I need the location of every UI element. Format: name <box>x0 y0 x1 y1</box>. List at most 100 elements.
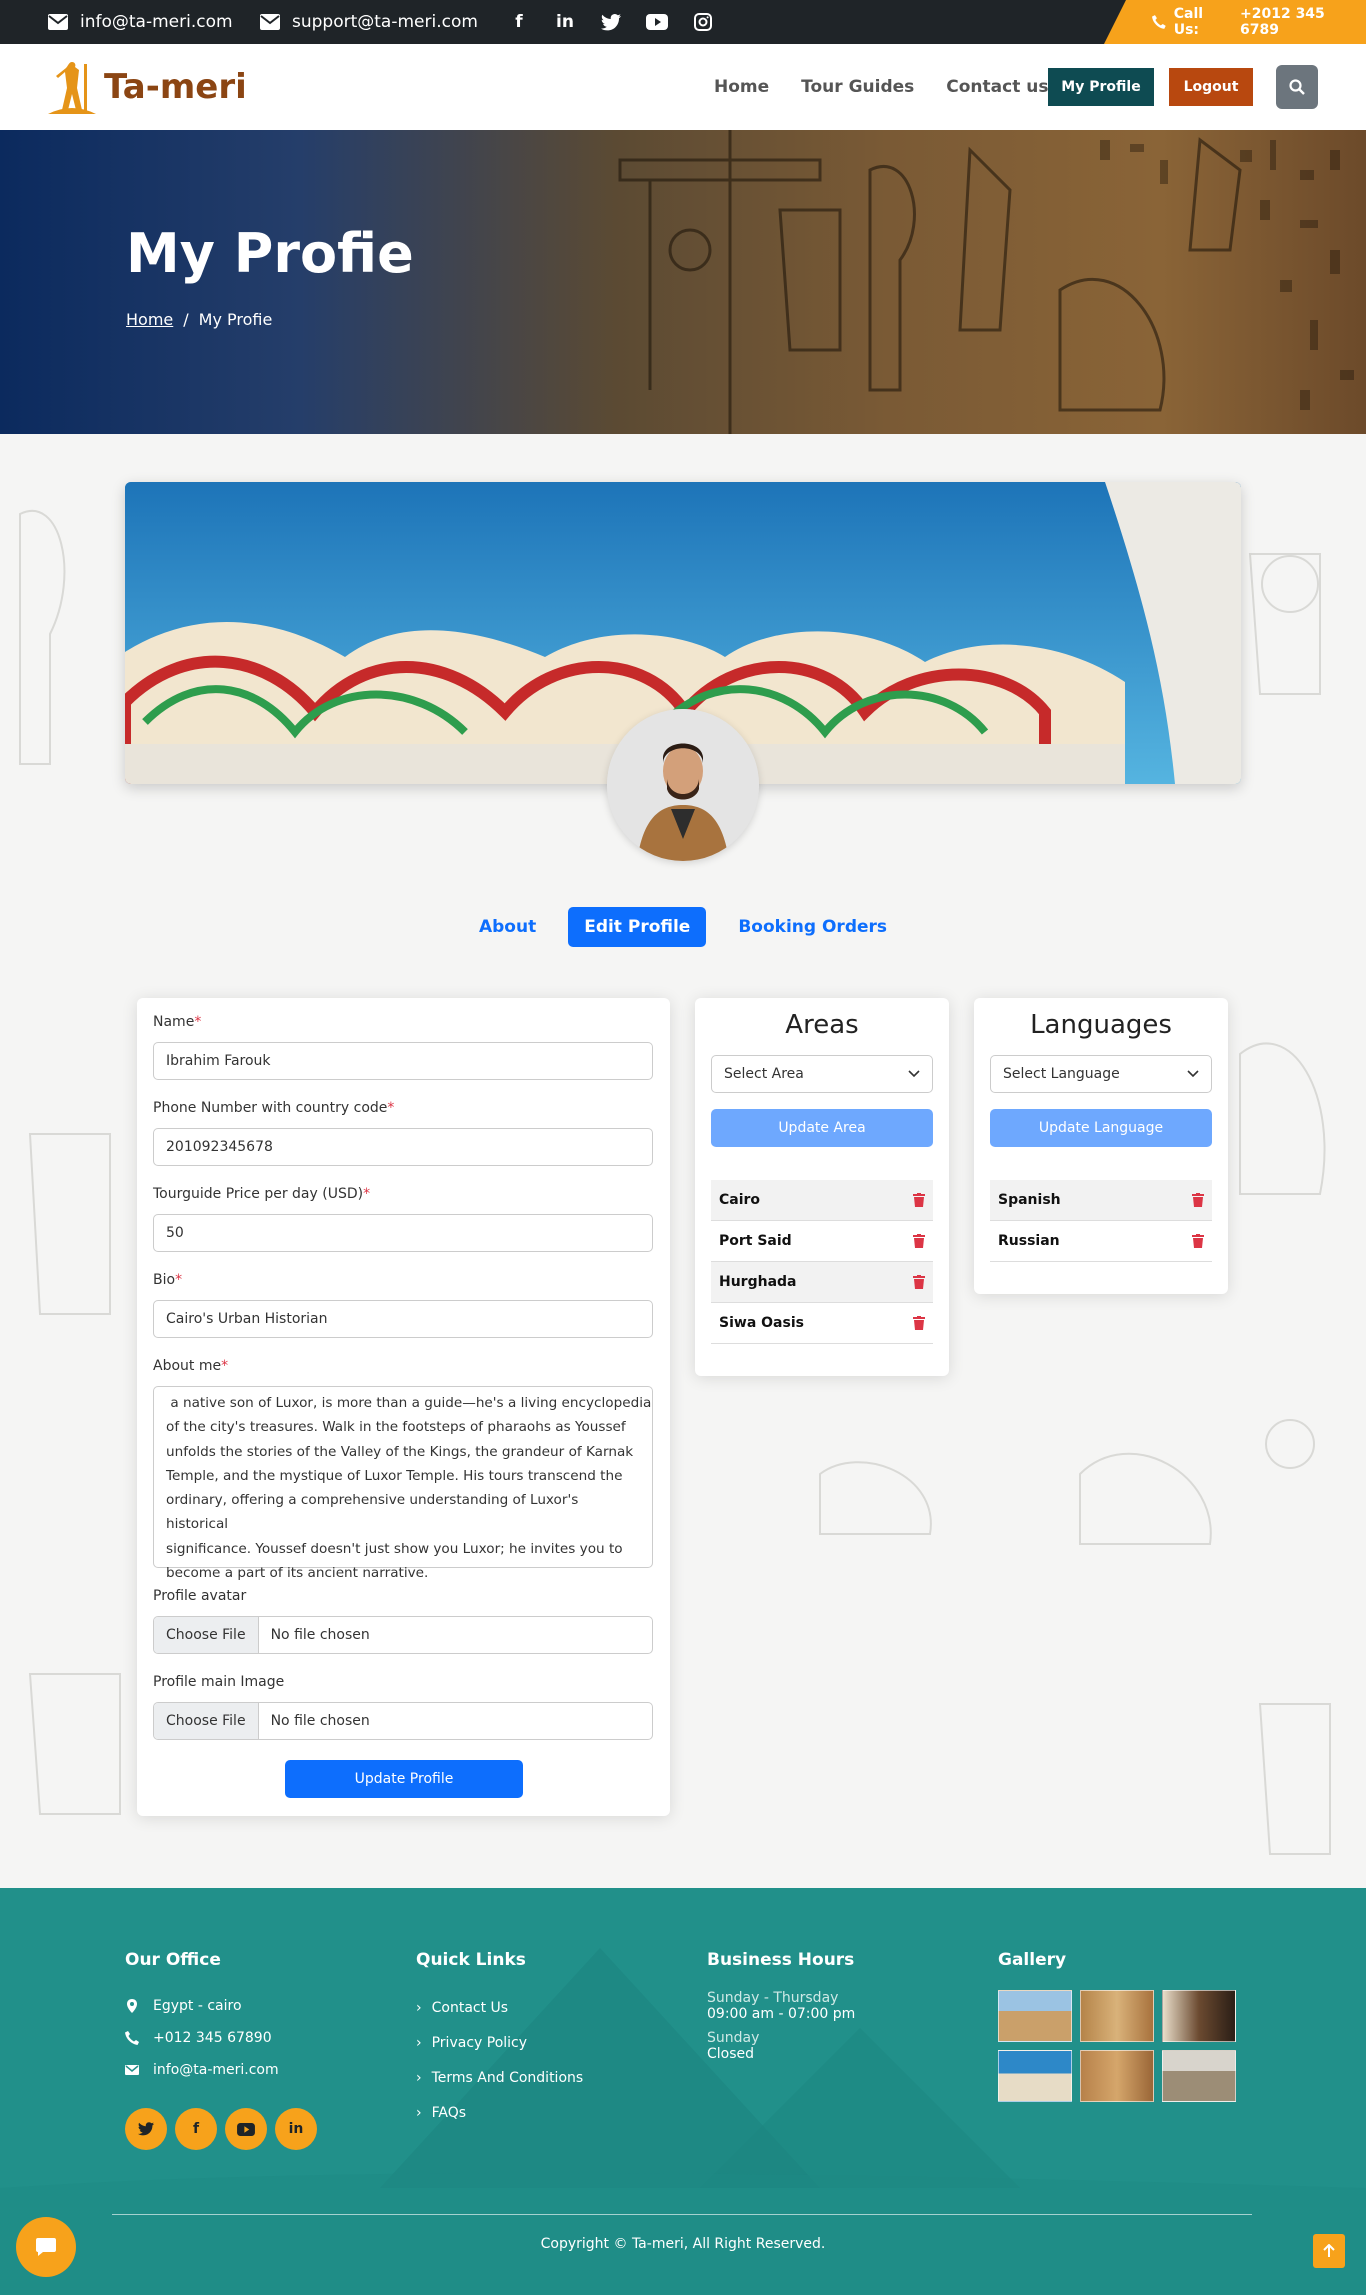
price-field[interactable]: 50 <box>153 1214 653 1252</box>
languages-title: Languages <box>1030 1010 1172 1040</box>
breadcrumb-separator: / <box>183 310 189 329</box>
trash-icon[interactable] <box>913 1275 925 1289</box>
footer-gallery: Gallery <box>998 1950 1236 2102</box>
search-icon <box>1289 79 1305 95</box>
bio-label: Bio* <box>153 1272 183 1288</box>
office-title: Our Office <box>125 1950 221 1970</box>
footer-link-privacy[interactable]: › Privacy Policy <box>416 2025 583 2060</box>
edit-profile-form: Name* Ibrahim Farouk Phone Number with c… <box>137 998 670 1816</box>
footer: Our Office Egypt - cairo +012 345 67890 … <box>0 1888 1366 2295</box>
footer-social-links: f in <box>125 2108 317 2150</box>
footer-link-terms[interactable]: › Terms And Conditions <box>416 2060 583 2095</box>
breadcrumb-home[interactable]: Home <box>126 310 173 329</box>
footer-link-contact[interactable]: › Contact Us <box>416 1990 583 2025</box>
trash-icon[interactable] <box>1192 1234 1204 1248</box>
footer-quick-links: Quick Links › Contact Us › Privacy Policy … <box>416 1950 583 2130</box>
about-line: a native son of Luxor, is more than a gu… <box>166 1395 652 1411</box>
chevron-right-icon: › <box>416 1999 422 2016</box>
area-select-value: Select Area <box>724 1066 804 1082</box>
top-social-links: f in <box>508 0 714 44</box>
office-email-text: info@ta-meri.com <box>153 2062 279 2078</box>
arrow-up-icon <box>1323 2244 1335 2257</box>
update-area-button[interactable]: Update Area <box>711 1109 933 1147</box>
email-support-text: support@ta-meri.com <box>292 12 478 32</box>
area-select[interactable]: Select Area <box>711 1055 933 1093</box>
trash-icon[interactable] <box>1192 1193 1204 1207</box>
update-language-button[interactable]: Update Language <box>990 1109 1212 1147</box>
tab-edit-profile[interactable]: Edit Profile <box>568 907 707 947</box>
youtube-icon[interactable] <box>646 11 668 33</box>
main-image-upload-group: Profile main Image Choose File No file c… <box>153 1674 653 1740</box>
office-phone[interactable]: +012 345 67890 <box>125 2022 279 2054</box>
trash-icon[interactable] <box>913 1193 925 1207</box>
gallery-image-city[interactable] <box>1162 2050 1236 2102</box>
profile-tabs: About Edit Profile Booking Orders <box>0 905 1366 949</box>
chat-bubble-icon <box>36 2238 56 2256</box>
nav-tour-guides[interactable]: Tour Guides <box>801 77 914 97</box>
back-to-top-button[interactable] <box>1313 2234 1345 2268</box>
linkedin-icon[interactable]: in <box>554 11 576 33</box>
facebook-icon[interactable]: f <box>508 11 530 33</box>
my-profile-button[interactable]: My Profile <box>1048 68 1154 106</box>
logout-button[interactable]: Logout <box>1169 68 1253 106</box>
list-item: Hurghada <box>711 1262 933 1303</box>
email-info[interactable]: info@ta-meri.com <box>48 0 233 44</box>
map-marker-icon <box>127 1999 137 2013</box>
twitter-icon[interactable] <box>600 11 622 33</box>
nav-home[interactable]: Home <box>714 77 769 97</box>
about-textarea[interactable]: a native son of Luxor, is more than a gu… <box>153 1386 653 1581</box>
footer-link-label: Contact Us <box>431 1999 509 2016</box>
gallery-image-statues[interactable] <box>1162 1990 1236 2042</box>
chat-button[interactable] <box>16 2217 76 2277</box>
avatar-file-input[interactable]: Choose File No file chosen <box>153 1616 653 1654</box>
navbar: Ta-meri Home Tour Guides Contact us My P… <box>0 44 1366 130</box>
facebook-icon[interactable]: f <box>175 2108 217 2150</box>
name-field[interactable]: Ibrahim Farouk <box>153 1042 653 1080</box>
avatar[interactable] <box>607 709 759 861</box>
nav-contact[interactable]: Contact us <box>946 77 1048 97</box>
about-group: About me* a native son of Luxor, is more… <box>153 1358 653 1581</box>
update-profile-button[interactable]: Update Profile <box>285 1760 523 1798</box>
choose-file-button[interactable]: Choose File <box>154 1703 259 1739</box>
footer-link-faqs[interactable]: › FAQs <box>416 2095 583 2130</box>
youtube-icon[interactable] <box>225 2108 267 2150</box>
instagram-icon[interactable] <box>692 11 714 33</box>
list-item: Russian <box>990 1221 1212 1262</box>
weekend-hours: Closed <box>707 2046 755 2062</box>
avatar-upload-group: Profile avatar Choose File No file chose… <box>153 1588 653 1654</box>
price-label: Tourguide Price per day (USD)* <box>153 1186 371 1202</box>
office-email[interactable]: info@ta-meri.com <box>125 2054 279 2086</box>
email-support[interactable]: support@ta-meri.com <box>260 0 478 44</box>
trash-icon[interactable] <box>913 1316 925 1330</box>
gallery-title: Gallery <box>998 1950 1067 1970</box>
choose-file-button[interactable]: Choose File <box>154 1617 259 1653</box>
name-label: Name* <box>153 1014 202 1030</box>
linkedin-icon[interactable]: in <box>275 2108 317 2150</box>
office-address: Egypt - cairo <box>125 1990 279 2022</box>
about-line: ordinary, offering a comprehensive under… <box>166 1492 579 1533</box>
gallery-image-pyramids[interactable] <box>998 1990 1072 2042</box>
gallery-image-hieroglyphs[interactable] <box>1080 1990 1154 2042</box>
twitter-icon[interactable] <box>125 2108 167 2150</box>
phone-icon <box>1152 15 1166 29</box>
about-line: of the city's treasures. Walk in the foo… <box>166 1419 626 1436</box>
about-line: become a part of its ancient narrative. <box>166 1565 429 1582</box>
search-button[interactable] <box>1276 65 1318 109</box>
language-select[interactable]: Select Language <box>990 1055 1212 1093</box>
trash-icon[interactable] <box>913 1234 925 1248</box>
logo[interactable]: Ta-meri <box>46 58 247 116</box>
gallery-image-coast[interactable] <box>998 2050 1072 2102</box>
areas-card: Areas Select Area Update Area Cairo Port… <box>695 998 949 1376</box>
logo-figure-icon <box>48 62 96 114</box>
footer-divider <box>112 2214 1252 2215</box>
main-image-file-input[interactable]: Choose File No file chosen <box>153 1702 653 1740</box>
bio-field[interactable]: Cairo's Urban Historian <box>153 1300 653 1338</box>
nav-links: Home Tour Guides Contact us <box>714 44 1048 130</box>
call-us[interactable]: Call Us: +2012 345 6789 <box>1104 0 1366 44</box>
gallery-image-temple[interactable] <box>1080 2050 1154 2102</box>
tab-about[interactable]: About <box>463 907 552 947</box>
envelope-icon <box>125 2065 139 2075</box>
phone-icon <box>125 2031 139 2045</box>
phone-field[interactable]: 201092345678 <box>153 1128 653 1166</box>
tab-booking-orders[interactable]: Booking Orders <box>722 907 903 947</box>
